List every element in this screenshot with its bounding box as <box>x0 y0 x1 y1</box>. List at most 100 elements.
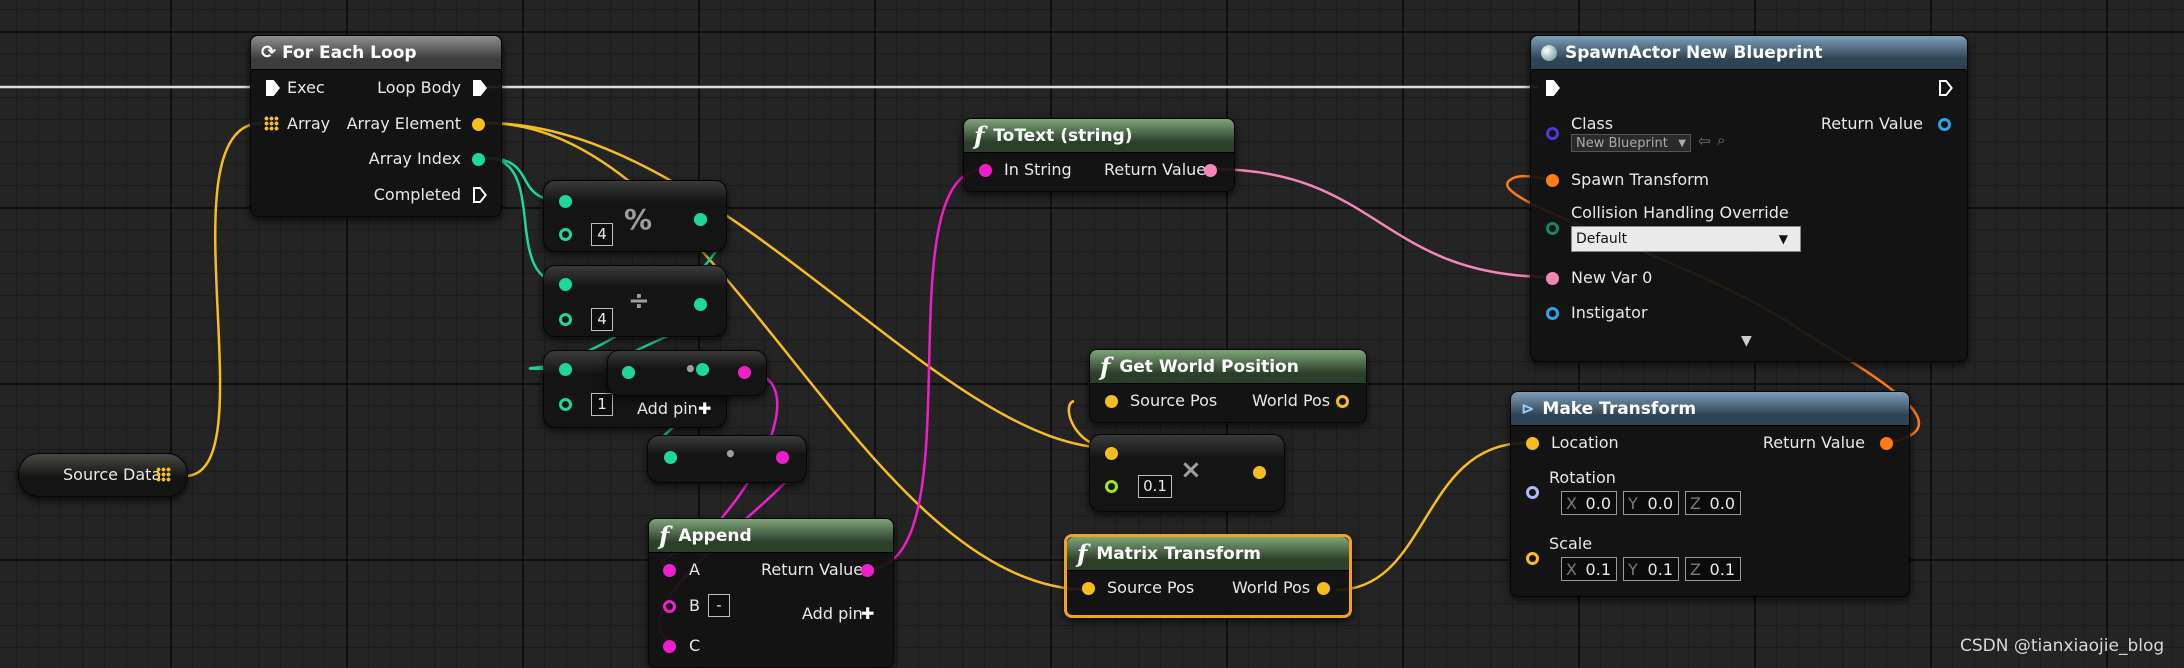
multiply-int-out-pin[interactable] <box>738 366 751 379</box>
spawn-exec-in-pin[interactable] <box>1546 80 1560 96</box>
append-node[interactable]: f Append A Return Value B - Add pin ✚ C <box>648 518 894 668</box>
use-selected-icon[interactable]: ⇦ <box>1698 132 1711 150</box>
divide-node[interactable]: 4 ÷ <box>543 265 727 337</box>
array-element-pin[interactable] <box>472 118 485 131</box>
add-b-value[interactable]: 1 <box>591 393 613 416</box>
append-b-pin[interactable] <box>663 600 676 613</box>
collision-dropdown[interactable]: Default ▼ <box>1571 226 1801 252</box>
multiply-int-b-in-pin[interactable] <box>664 451 677 464</box>
make-transform-header[interactable]: ⊳ Make Transform <box>1511 392 1909 426</box>
divide-a-pin[interactable] <box>559 278 572 291</box>
make-transform-node[interactable]: ⊳ Make Transform Location Return Value R… <box>1510 391 1910 597</box>
spawn-actor-header[interactable]: SpawnActor New Blueprint <box>1531 36 1967 70</box>
source-data-node[interactable]: Source Data <box>18 453 188 497</box>
multiply-int-node-b[interactable]: • <box>647 435 807 483</box>
to-text-header[interactable]: f ToText (string) <box>964 119 1234 153</box>
append-b-label: B <box>689 596 700 615</box>
append-c-pin[interactable] <box>663 640 676 653</box>
plus-icon[interactable]: ✚ <box>698 399 711 418</box>
modulo-b-value[interactable]: 4 <box>591 223 613 246</box>
to-text-node[interactable]: f ToText (string) In String Return Value <box>963 118 1235 192</box>
exec-in-pin[interactable] <box>266 80 280 96</box>
make-rotation-pin[interactable] <box>1526 486 1539 499</box>
make-scale-label: Scale <box>1549 534 1593 553</box>
spawn-return-pin[interactable] <box>1938 118 1951 131</box>
spawn-class-select[interactable]: New Blueprint ▼ <box>1571 134 1691 152</box>
spawn-instigator-pin[interactable] <box>1546 307 1559 320</box>
scale-z-value: 0.1 <box>1709 560 1735 579</box>
append-return-pin[interactable] <box>861 564 874 577</box>
add-b-pin[interactable] <box>559 398 572 411</box>
spawn-collision-pin[interactable] <box>1546 222 1559 235</box>
make-scale-pin[interactable] <box>1526 552 1539 565</box>
to-text-return-label: Return Value <box>1104 160 1207 179</box>
plus-icon[interactable]: ✚ <box>861 604 874 623</box>
append-b-value[interactable]: - <box>708 594 730 617</box>
scale-z-field[interactable]: Z 0.1 <box>1685 557 1741 581</box>
scale-y-field[interactable]: Y 0.1 <box>1623 557 1679 581</box>
multiply-int-b-out-pin[interactable] <box>776 451 789 464</box>
multiply-int-node-a[interactable]: • <box>607 350 767 396</box>
expand-arrow-icon[interactable]: ▼ <box>1741 333 1752 349</box>
add-pin-label: Add pin <box>637 399 698 418</box>
modulo-node[interactable]: 4 % <box>543 180 727 252</box>
multiply-float-b-pin[interactable] <box>1105 480 1118 493</box>
append-c-label: C <box>689 636 701 655</box>
add-a-pin[interactable] <box>559 363 572 376</box>
get-world-position-header[interactable]: f Get World Position <box>1090 350 1366 384</box>
rotation-x-field[interactable]: X 0.0 <box>1561 491 1617 515</box>
get-world-world-pin[interactable] <box>1336 395 1349 408</box>
make-rotation-label: Rotation <box>1549 468 1616 487</box>
multiply-float-out-pin[interactable] <box>1253 466 1266 479</box>
array-index-pin[interactable] <box>472 153 485 166</box>
rotation-z-field[interactable]: Z 0.0 <box>1685 491 1741 515</box>
completed-pin[interactable] <box>473 187 487 203</box>
modulo-b-pin[interactable] <box>559 228 572 241</box>
for-each-loop-title: For Each Loop <box>282 42 417 63</box>
browse-icon[interactable]: ⌕ <box>1717 131 1725 149</box>
spawn-class-value: New Blueprint <box>1576 136 1668 151</box>
for-each-loop-node[interactable]: ⟳ For Each Loop Exec Loop Body Array Arr… <box>250 35 502 217</box>
divide-b-pin[interactable] <box>559 313 572 326</box>
append-header[interactable]: f Append <box>649 519 893 553</box>
make-return-pin[interactable] <box>1880 437 1893 450</box>
to-text-in-label: In String <box>1004 160 1072 179</box>
spawn-new-var-pin[interactable] <box>1546 272 1559 285</box>
for-each-loop-header[interactable]: ⟳ For Each Loop <box>251 36 501 70</box>
chevron-down-icon: ▼ <box>1678 138 1686 149</box>
modulo-out-pin[interactable] <box>694 213 707 226</box>
multiply-int-b-pin[interactable] <box>696 363 709 376</box>
to-text-in-pin[interactable] <box>979 164 992 177</box>
scale-x-field[interactable]: X 0.1 <box>1561 557 1617 581</box>
get-world-position-title: Get World Position <box>1119 356 1299 377</box>
make-location-pin[interactable] <box>1526 437 1539 450</box>
make-transform-title: Make Transform <box>1542 398 1697 419</box>
get-world-source-pin[interactable] <box>1105 395 1118 408</box>
matrix-world-label: World Pos <box>1232 578 1311 597</box>
axis-y-label: Y <box>1628 494 1638 513</box>
spawn-transform-pin[interactable] <box>1546 174 1559 187</box>
function-icon: f <box>659 520 670 550</box>
multiply-int-a-pin[interactable] <box>622 366 635 379</box>
matrix-transform-node[interactable]: f Matrix Transform Source Pos World Pos <box>1064 534 1352 618</box>
append-add-pin-label: Add pin <box>802 604 863 623</box>
rotation-y-field[interactable]: Y 0.0 <box>1623 491 1679 515</box>
axis-y-label: Y <box>1628 560 1638 579</box>
multiply-float-a-pin[interactable] <box>1105 447 1118 460</box>
multiply-float-node[interactable]: 0.1 × <box>1089 434 1285 512</box>
divide-b-value[interactable]: 4 <box>591 308 613 331</box>
spawn-actor-node[interactable]: SpawnActor New Blueprint Class New Bluep… <box>1530 35 1968 362</box>
multiply-float-b-value[interactable]: 0.1 <box>1138 475 1172 498</box>
append-a-pin[interactable] <box>663 564 676 577</box>
loop-body-pin[interactable] <box>473 80 487 96</box>
matrix-source-pin[interactable] <box>1082 582 1095 595</box>
get-world-position-node[interactable]: f Get World Position Source Pos World Po… <box>1089 349 1367 423</box>
spawn-class-pin[interactable] <box>1546 127 1559 140</box>
matrix-transform-header[interactable]: f Matrix Transform <box>1067 537 1349 571</box>
spawn-exec-out-pin[interactable] <box>1939 80 1953 96</box>
matrix-world-pin[interactable] <box>1317 582 1330 595</box>
to-text-return-pin[interactable] <box>1204 164 1217 177</box>
modulo-a-pin[interactable] <box>559 195 572 208</box>
matrix-transform-title: Matrix Transform <box>1096 543 1261 564</box>
divide-out-pin[interactable] <box>694 298 707 311</box>
